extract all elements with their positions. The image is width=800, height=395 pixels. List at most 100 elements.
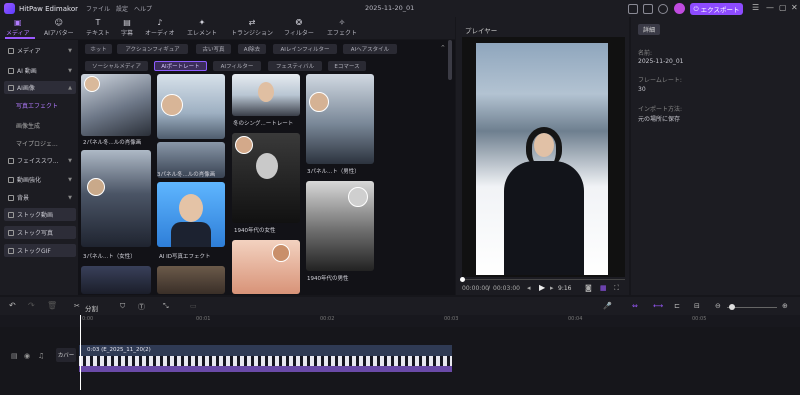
sidebar-item-my-project[interactable]: マイプロジェ... (4, 137, 76, 150)
effect-card[interactable] (232, 74, 300, 116)
effect-card[interactable] (157, 74, 225, 139)
collapse-chevron-icon[interactable]: ⌃ (440, 44, 446, 52)
sidebar-item-stock-photo[interactable]: ストック写真 (4, 226, 76, 239)
effect-card[interactable] (232, 133, 300, 223)
chip-hot[interactable]: ホット (85, 44, 112, 54)
user-avatar[interactable] (674, 3, 685, 14)
text-icon: T (95, 18, 101, 27)
tab-details[interactable]: 詳細 (638, 24, 660, 35)
chip-old-photo[interactable]: 古い写真 (196, 44, 231, 54)
chip-ai-hairstyle[interactable]: AIヘアスタイル (343, 44, 397, 54)
fit-icon[interactable]: ⊟ (694, 302, 700, 310)
chip-ai-filter[interactable]: AIフィルター (213, 61, 261, 71)
prev-frame-icon[interactable]: ◂ (527, 284, 531, 292)
menu-icon[interactable]: ☰ (752, 3, 759, 12)
menu-file[interactable]: ファイル (86, 4, 110, 13)
effect-card[interactable] (232, 240, 300, 294)
frame-icon[interactable]: ▭ (190, 302, 197, 310)
sidebar-item-ai-image[interactable]: AI画像 ▲ (4, 81, 76, 94)
sidebar-item-enhance[interactable]: 動画強化 ▼ (4, 173, 76, 186)
chip-social-media[interactable]: ソーシャルメディア (85, 61, 148, 71)
cover-button[interactable]: カバー (56, 348, 76, 362)
link-icon[interactable]: ⟷ (653, 302, 663, 310)
tool-text[interactable]: T テキスト (86, 18, 110, 37)
sidebar-item-stock-video[interactable]: ストック動画 (4, 208, 76, 221)
mic-icon[interactable]: 🎤 (603, 302, 612, 310)
chip-ecommerce[interactable]: Eコマース (328, 61, 366, 71)
sidebar-item-ai-video[interactable]: AI 動画 ▼ (4, 64, 76, 77)
download-icon[interactable] (658, 4, 668, 14)
card-label: 冬のシング...ートレート (233, 121, 294, 127)
track-lock-icon[interactable]: ▤ (11, 352, 18, 360)
menu-help[interactable]: ヘルプ (134, 4, 152, 13)
split-button[interactable]: 分割 (85, 303, 98, 313)
library-scrollbar[interactable] (448, 40, 452, 80)
sidebar-item-face-swap[interactable]: フェイススワ... ▼ (4, 154, 76, 167)
effect-card[interactable] (306, 181, 374, 271)
chip-action-figure[interactable]: アクションフィギュア (117, 44, 188, 54)
export-button[interactable]: ⏻ エクスポート (690, 3, 743, 15)
zoom-handle[interactable] (729, 304, 735, 310)
play-icon[interactable]: ▶ (539, 283, 545, 292)
sidebar-item-photo-effect[interactable]: 写真エフェクト (4, 99, 76, 112)
tool-media[interactable]: ▣ メディア (6, 18, 30, 37)
sample-suit (171, 222, 211, 247)
close-icon[interactable]: ✕ (791, 3, 798, 12)
text-overlay-icon[interactable]: Ⓣ (138, 302, 145, 312)
video-preview[interactable] (476, 43, 608, 275)
crop-icon[interactable]: ⤡ (163, 302, 169, 311)
effect-card[interactable] (306, 74, 374, 164)
split-icon[interactable]: ✂ (74, 302, 80, 310)
effect-card[interactable] (81, 74, 151, 136)
chip-ai-remove[interactable]: AI除去 (238, 44, 266, 54)
sidebar-item-media[interactable]: メディア ▼ (4, 44, 76, 57)
tool-filter[interactable]: ❂ フィルター (284, 18, 314, 37)
tool-element[interactable]: ✦ エレメント (187, 18, 217, 37)
sidebar-item-stock-gif[interactable]: ストックGIF (4, 244, 76, 257)
element-icon: ✦ (198, 18, 206, 27)
delete-icon[interactable]: 🗑 (47, 301, 57, 310)
effect-card[interactable] (81, 150, 151, 247)
chip-festival[interactable]: フェスティバル (268, 61, 322, 71)
ruler-tick: 00:04 (568, 316, 583, 322)
aspect-ratio-select[interactable]: 9:16 (558, 285, 571, 292)
maximize-icon[interactable]: ▢ (779, 3, 787, 12)
effect-icon: ✧ (338, 18, 346, 27)
grid-icon[interactable]: ▦ (600, 284, 607, 292)
card-label: 3パネル...ト（女性） (83, 254, 136, 260)
tool-audio[interactable]: ♪ オーディオ (145, 18, 175, 37)
snapshot-icon[interactable]: ◙ (585, 284, 592, 292)
effect-card[interactable] (157, 266, 225, 294)
zoom-in-icon[interactable]: ⊕ (782, 302, 788, 310)
undo-icon[interactable]: ↶ (9, 301, 16, 310)
marker-icon[interactable]: ⛉ (120, 302, 125, 311)
track-audio-icon[interactable]: ♫ (38, 352, 44, 360)
track-icon[interactable]: ⊏ (674, 302, 680, 310)
zoom-out-icon[interactable]: ⊖ (715, 302, 721, 310)
tool-ai-avatar[interactable]: ☺ AIアバター (44, 18, 74, 37)
playback-progress[interactable] (460, 277, 625, 282)
minimize-icon[interactable]: — (766, 3, 774, 12)
next-frame-icon[interactable]: ▸ (550, 284, 554, 292)
sample-face (256, 153, 278, 179)
chip-ai-portrait[interactable]: AIポートレート (154, 61, 207, 71)
progress-handle[interactable] (460, 277, 465, 282)
track-visibility-icon[interactable]: ◉ (24, 352, 30, 360)
sidebar-item-image-gen[interactable]: 画像生成 (4, 119, 76, 132)
timeline-ruler[interactable] (0, 315, 800, 327)
fullscreen-icon[interactable]: ⛶ (614, 284, 619, 293)
sidebar-item-background[interactable]: 背景 ▼ (4, 191, 76, 204)
message-icon[interactable] (643, 4, 653, 14)
redo-icon[interactable]: ↷ (28, 301, 35, 310)
playhead[interactable] (80, 315, 81, 390)
effect-card[interactable] (157, 182, 225, 247)
screen-icon[interactable] (628, 4, 638, 14)
folder-icon (8, 47, 14, 54)
tool-effect[interactable]: ✧ エフェクト (327, 18, 357, 37)
snap-icon[interactable]: ⇔ (632, 302, 638, 310)
chip-ai-rain-filter[interactable]: AIレインフィルター (273, 44, 337, 54)
menu-settings[interactable]: 設定 (116, 4, 128, 13)
effect-card[interactable] (81, 266, 151, 294)
tool-transition[interactable]: ⇄ トランジション (231, 18, 273, 37)
tool-subtitle[interactable]: ▤ 字幕 (121, 18, 133, 37)
